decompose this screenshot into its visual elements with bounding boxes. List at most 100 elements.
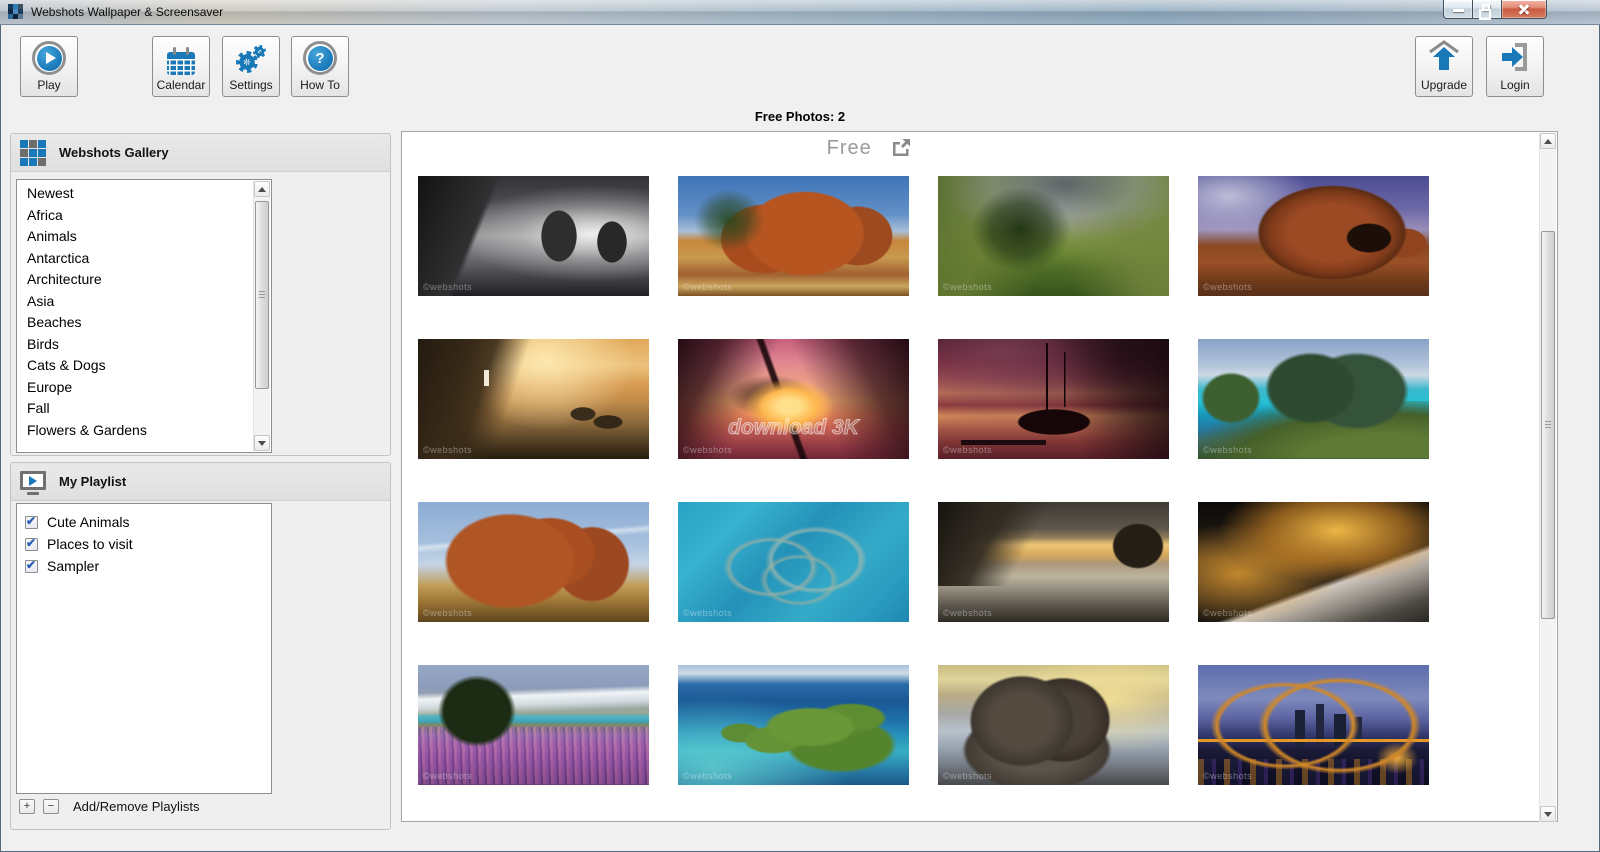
free-photos-count: Free Photos: 2 <box>0 109 1600 124</box>
gallery-item-birds[interactable]: Birds <box>17 334 271 356</box>
gallery-panel-title: Webshots Gallery <box>59 145 169 160</box>
playlist-label: Places to visit <box>47 536 133 552</box>
webshots-watermark: ©webshots <box>1203 282 1252 292</box>
close-button[interactable] <box>1501 0 1547 19</box>
gallery-grid-icon <box>20 140 46 166</box>
photo-browser-panel: Free ©webshots ©webshots ©webshots ©webs… <box>401 131 1558 822</box>
gallery-item-africa[interactable]: Africa <box>17 205 271 227</box>
play-icon <box>32 41 66 75</box>
photo-thumbnail[interactable]: ©webshots <box>1198 339 1429 459</box>
webshots-watermark: ©webshots <box>1203 445 1252 455</box>
photo-thumbnail[interactable]: ©webshots <box>418 176 649 296</box>
upgrade-arrow-icon <box>1426 40 1462 75</box>
gallery-item-beaches[interactable]: Beaches <box>17 312 271 334</box>
login-arrow-icon <box>1499 42 1531 75</box>
webshots-watermark: ©webshots <box>1203 771 1252 781</box>
photo-thumbnail[interactable]: ©webshots <box>938 176 1169 296</box>
main-scrollbar[interactable] <box>1539 133 1556 822</box>
webshots-watermark: ©webshots <box>943 771 992 781</box>
webshots-watermark: ©webshots <box>683 445 732 455</box>
add-playlist-button[interactable]: + <box>19 799 35 814</box>
photo-thumbnail[interactable]: ©webshots <box>1198 502 1429 622</box>
minimize-button[interactable] <box>1443 0 1473 19</box>
webshots-gallery-panel: Webshots Gallery Newest Africa Animals A… <box>10 133 391 456</box>
photo-thumbnail[interactable]: ©webshots <box>418 502 649 622</box>
gallery-item-asia[interactable]: Asia <box>17 291 271 313</box>
photo-thumbnail[interactable]: ©webshots <box>678 665 909 785</box>
minimize-icon <box>1453 9 1464 12</box>
playlist-row: Places to visit <box>25 533 271 555</box>
photo-thumbnail[interactable]: ©webshots <box>678 176 909 296</box>
scroll-down-icon[interactable] <box>254 435 270 451</box>
gallery-item-fall[interactable]: Fall <box>17 398 271 420</box>
how-to-button[interactable]: ? How To <box>291 36 349 97</box>
checkbox-places-to-visit[interactable] <box>25 538 38 551</box>
playlist-label: Cute Animals <box>47 514 129 530</box>
playlist-monitor-icon <box>20 471 46 490</box>
photo-thumbnail[interactable]: ©webshotsdownload 3K <box>678 339 909 459</box>
close-icon <box>1517 2 1531 16</box>
playlist-panel-title: My Playlist <box>59 474 126 489</box>
question-icon: ? <box>303 41 337 75</box>
add-remove-row: + − Add/Remove Playlists <box>19 799 199 814</box>
add-remove-label: Add/Remove Playlists <box>73 799 199 814</box>
play-label: Play <box>37 78 60 92</box>
gallery-item-europe[interactable]: Europe <box>17 377 271 399</box>
album-title: Free <box>827 137 872 159</box>
login-label: Login <box>1500 78 1529 92</box>
upgrade-button[interactable]: Upgrade <box>1415 36 1473 97</box>
gallery-item-newest[interactable]: Newest <box>17 183 271 205</box>
webshots-watermark: ©webshots <box>943 445 992 455</box>
restore-icon <box>1482 4 1490 11</box>
photo-thumbnail[interactable]: ©webshots <box>418 339 649 459</box>
gallery-item-animals[interactable]: Animals <box>17 226 271 248</box>
my-playlist-panel: My Playlist Cute Animals Places to visit… <box>10 462 391 830</box>
playlist-list: Cute Animals Places to visit Sampler <box>16 503 272 794</box>
calendar-icon <box>167 52 195 75</box>
photo-thumbnail[interactable]: ©webshots <box>418 665 649 785</box>
gallery-item-flowers-gardens[interactable]: Flowers & Gardens <box>17 420 271 442</box>
gallery-item-architecture[interactable]: Architecture <box>17 269 271 291</box>
playlist-panel-header: My Playlist <box>11 463 390 501</box>
scroll-up-icon[interactable] <box>1540 133 1556 149</box>
webshots-watermark: ©webshots <box>683 608 732 618</box>
checkbox-cute-animals[interactable] <box>25 516 38 529</box>
photo-grid: ©webshots ©webshots ©webshots ©webshots … <box>418 176 1429 785</box>
gallery-item-cats-dogs[interactable]: Cats & Dogs <box>17 355 271 377</box>
gallery-item-antarctica[interactable]: Antarctica <box>17 248 271 270</box>
playlist-label: Sampler <box>47 558 99 574</box>
main-scrollbar-thumb[interactable] <box>1541 231 1555 619</box>
webshots-watermark: ©webshots <box>683 282 732 292</box>
photo-thumbnail[interactable]: ©webshots <box>938 502 1169 622</box>
playlist-row: Sampler <box>25 555 271 577</box>
webshots-watermark: ©webshots <box>423 445 472 455</box>
playlist-row: Cute Animals <box>25 511 271 533</box>
share-icon[interactable] <box>892 138 911 162</box>
gear-icon <box>234 45 268 75</box>
photo-thumbnail[interactable]: ©webshots <box>1198 176 1429 296</box>
webshots-watermark: ©webshots <box>943 282 992 292</box>
how-to-label: How To <box>300 78 340 92</box>
calendar-button[interactable]: Calendar <box>152 36 210 97</box>
gallery-scrollbar[interactable] <box>253 181 270 451</box>
window-controls <box>1443 0 1547 19</box>
photo-thumbnail[interactable]: ©webshots <box>1198 665 1429 785</box>
scroll-up-icon[interactable] <box>254 181 270 197</box>
scroll-down-icon[interactable] <box>1540 806 1556 822</box>
settings-button[interactable]: Settings <box>222 36 280 97</box>
remove-playlist-button[interactable]: − <box>43 799 59 814</box>
webshots-watermark: ©webshots <box>423 771 472 781</box>
webshots-watermark: ©webshots <box>683 771 732 781</box>
play-button[interactable]: Play <box>20 36 78 97</box>
photo-thumbnail[interactable]: ©webshots <box>938 339 1169 459</box>
restore-button[interactable] <box>1473 0 1501 19</box>
photo-thumbnail[interactable]: ©webshots <box>938 665 1169 785</box>
settings-label: Settings <box>229 78 272 92</box>
login-button[interactable]: Login <box>1486 36 1544 97</box>
gallery-scrollbar-thumb[interactable] <box>255 201 269 389</box>
gallery-panel-header: Webshots Gallery <box>11 134 390 172</box>
checkbox-sampler[interactable] <box>25 560 38 573</box>
webshots-watermark: ©webshots <box>1203 608 1252 618</box>
upgrade-label: Upgrade <box>1421 78 1467 92</box>
photo-thumbnail[interactable]: ©webshots <box>678 502 909 622</box>
